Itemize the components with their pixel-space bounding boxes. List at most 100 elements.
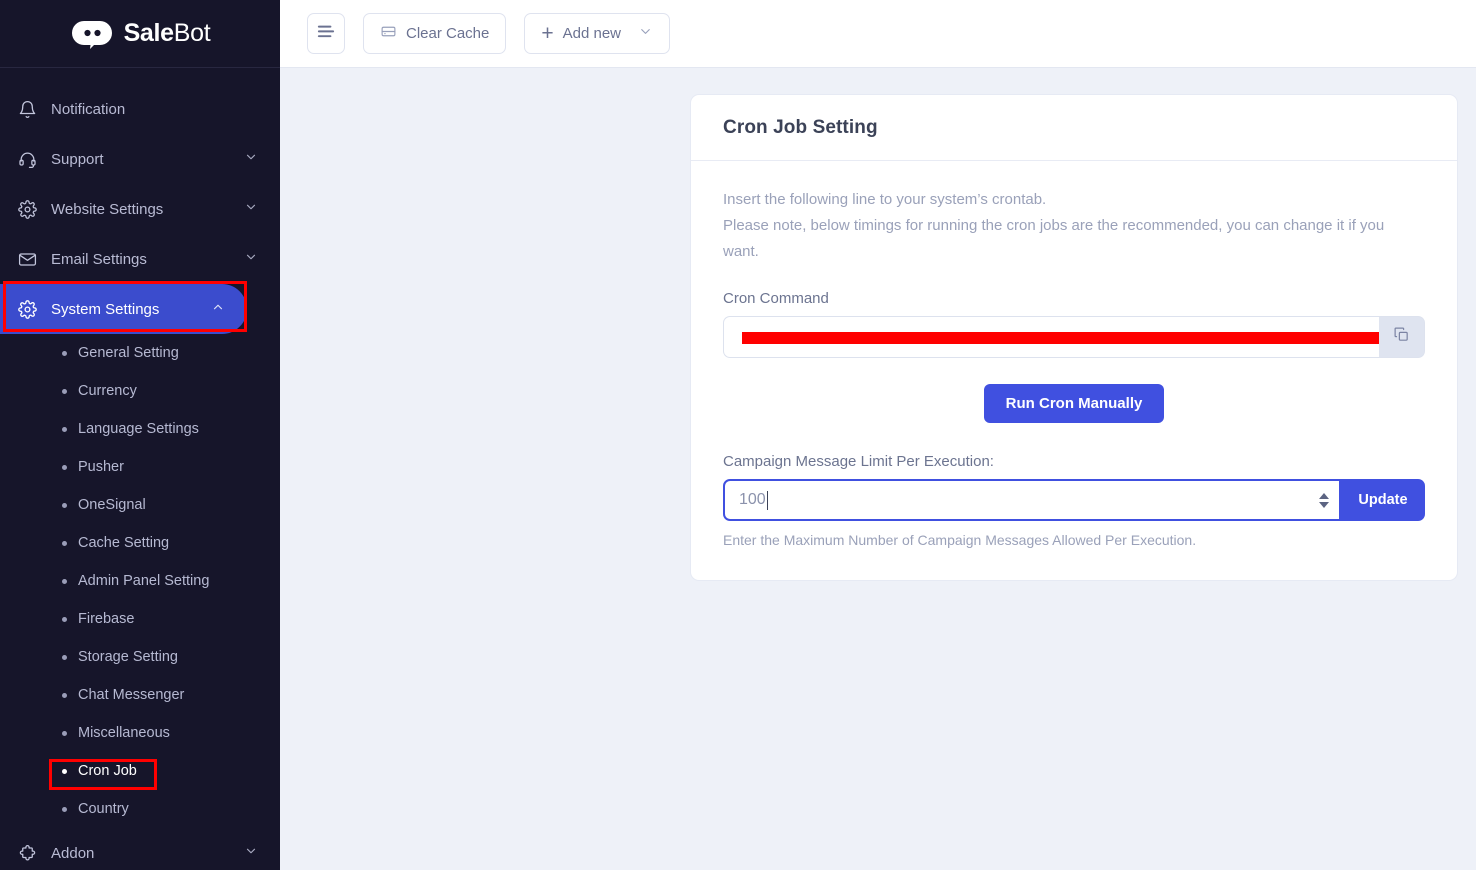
hamburger-menu-icon (317, 25, 335, 42)
cron-command-input[interactable] (723, 316, 1379, 359)
sidebar-item-label: Notification (51, 100, 126, 118)
clear-cache-label: Clear Cache (406, 25, 490, 42)
bullet-icon (62, 616, 67, 622)
hamburger-menu-button[interactable] (307, 13, 345, 54)
main-area: Clear Cache + Add new Cron Job Setting I… (280, 0, 1476, 870)
sidebar-nav: Notification Support Website Settings Em… (0, 68, 280, 870)
bullet-icon (62, 578, 67, 584)
sidebar-subitem-cron-job[interactable]: Cron Job (0, 752, 280, 790)
toolbar: Clear Cache + Add new (280, 0, 1476, 68)
bullet-icon (62, 502, 67, 508)
cron-job-setting-card: Cron Job Setting Insert the following li… (690, 94, 1458, 582)
bullet-icon (62, 540, 67, 546)
bullet-icon (62, 426, 67, 432)
copy-icon (1393, 326, 1410, 348)
sidebar-subitem-storage-setting[interactable]: Storage Setting (0, 638, 280, 676)
add-new-button[interactable]: + Add new (524, 13, 671, 54)
sidebar-subitem-label: Country (78, 801, 129, 817)
chevron-up-icon (211, 300, 225, 318)
page-title: Cron Job Setting (723, 117, 878, 138)
puzzle-piece-icon (18, 844, 44, 863)
sidebar-subitem-miscellaneous[interactable]: Miscellaneous (0, 714, 280, 752)
sidebar-item-label: Email Settings (51, 250, 147, 268)
sidebar-item-label: System Settings (51, 300, 160, 318)
sidebar-item-system-settings[interactable]: System Settings (0, 284, 247, 334)
chevron-down-icon (244, 250, 258, 268)
sidebar-item-label: Support (51, 150, 104, 168)
sidebar-subitem-label: Cache Setting (78, 535, 170, 551)
bell-icon (18, 100, 44, 119)
sidebar-subitem-label: Firebase (78, 611, 135, 627)
sidebar-subitem-label: Language Settings (78, 421, 199, 437)
update-button[interactable]: Update (1341, 479, 1425, 522)
sidebar-subitem-label: Storage Setting (78, 649, 178, 665)
envelope-icon (18, 250, 44, 269)
sidebar-subitem-firebase[interactable]: Firebase (0, 600, 280, 638)
sidebar-subitem-label: Admin Panel Setting (78, 573, 210, 589)
sidebar-subitem-label: General Setting (78, 345, 179, 361)
bullet-icon (62, 692, 67, 698)
campaign-limit-hint: Enter the Maximum Number of Campaign Mes… (723, 532, 1197, 549)
sidebar-item-website-settings[interactable]: Website Settings (0, 184, 280, 234)
sidebar-subitem-pusher[interactable]: Pusher (0, 448, 280, 486)
sidebar-subitem-cache-setting[interactable]: Cache Setting (0, 524, 280, 562)
brand-name: SaleBot (124, 19, 211, 48)
bullet-icon (62, 654, 67, 660)
sidebar-item-addon[interactable]: Addon (0, 828, 280, 870)
sidebar-subitem-label: Pusher (78, 459, 124, 475)
sidebar: SaleBot Notification Support Website Set… (0, 0, 280, 870)
chevron-down-icon (244, 844, 258, 862)
bullet-icon (62, 730, 67, 736)
run-cron-row: Run Cron Manually (723, 384, 1425, 424)
text-cursor (766, 490, 768, 510)
brand-logo[interactable]: SaleBot (0, 0, 280, 68)
sidebar-subitem-currency[interactable]: Currency (0, 372, 280, 410)
chevron-down-icon (244, 200, 258, 218)
card-header: Cron Job Setting (691, 95, 1457, 161)
content-region: Cron Job Setting Insert the following li… (280, 68, 1476, 870)
bullet-icon (62, 768, 67, 774)
gear-icon (18, 299, 44, 319)
robot-face-icon (70, 19, 114, 49)
app-root: SaleBot Notification Support Website Set… (0, 0, 1476, 870)
bullet-icon (62, 464, 67, 470)
sidebar-item-notification[interactable]: Notification (0, 84, 280, 134)
sidebar-subitem-language-settings[interactable]: Language Settings (0, 410, 280, 448)
campaign-limit-value: 100 (739, 491, 766, 509)
sidebar-item-label: Addon (51, 844, 95, 862)
intro-line-2: Please note, below timings for running t… (723, 216, 1385, 260)
stepper-up-icon[interactable] (1319, 492, 1329, 499)
sidebar-subitem-chat-messenger[interactable]: Chat Messenger (0, 676, 280, 714)
quantity-stepper[interactable] (1319, 492, 1329, 508)
sidebar-subitem-general-setting[interactable]: General Setting (0, 334, 280, 372)
database-icon (380, 23, 397, 44)
redaction-bar (742, 332, 1379, 345)
campaign-limit-row: 100 Update (723, 479, 1425, 522)
headset-icon (18, 150, 44, 169)
campaign-limit-label: Campaign Message Limit Per Execution: (723, 453, 994, 471)
sidebar-item-label: Website Settings (51, 200, 164, 218)
sidebar-subitem-admin-panel-setting[interactable]: Admin Panel Setting (0, 562, 280, 600)
clear-cache-button[interactable]: Clear Cache (363, 13, 507, 54)
copy-cron-command-button[interactable] (1379, 316, 1425, 359)
cron-command-row (723, 316, 1425, 359)
campaign-limit-input[interactable]: 100 (723, 479, 1341, 522)
plus-icon: + (541, 22, 554, 45)
cron-command-label: Cron Command (723, 290, 829, 308)
gear-icon (18, 199, 44, 219)
sidebar-item-email-settings[interactable]: Email Settings (0, 234, 280, 284)
run-cron-manually-button[interactable]: Run Cron Manually (983, 384, 1165, 424)
stepper-down-icon[interactable] (1319, 501, 1329, 508)
sidebar-subitem-onesignal[interactable]: OneSignal (0, 486, 280, 524)
sidebar-subitem-label: OneSignal (78, 497, 146, 513)
bullet-icon (62, 350, 67, 356)
sidebar-subitem-label: Miscellaneous (78, 725, 170, 741)
sidebar-subitem-label: Chat Messenger (78, 687, 185, 703)
sidebar-item-support[interactable]: Support (0, 134, 280, 184)
intro-line-1: Insert the following line to your system… (723, 191, 1047, 208)
card-body: Insert the following line to your system… (691, 161, 1457, 580)
chevron-down-icon[interactable] (638, 24, 653, 43)
chevron-down-icon (244, 150, 258, 168)
bullet-icon (62, 388, 67, 394)
sidebar-subitem-country[interactable]: Country (0, 790, 280, 828)
